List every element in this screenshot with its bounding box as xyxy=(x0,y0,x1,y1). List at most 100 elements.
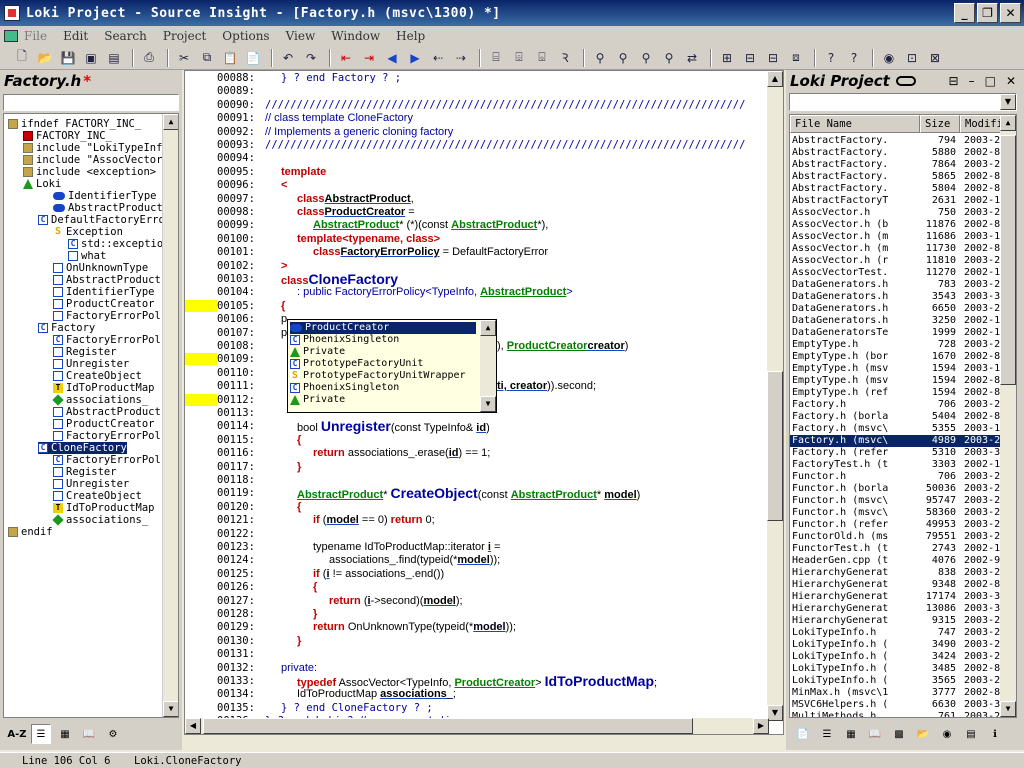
file-row[interactable]: Functor.h (borla 50036 2003-2- xyxy=(790,483,1002,495)
menu-project[interactable]: Project xyxy=(163,29,206,43)
restore-button[interactable]: ❐ xyxy=(977,3,998,23)
close-button[interactable]: ✕ xyxy=(1000,3,1021,23)
tree-item[interactable]: S Exception xyxy=(53,226,123,238)
autocomplete-item[interactable]: Private xyxy=(290,346,476,358)
file-row[interactable]: AssocVector.h (m 11686 2003-1- xyxy=(790,231,1002,243)
project-icon[interactable]: ◉ xyxy=(937,724,957,744)
tree-item[interactable]: FACTORY_INC_ xyxy=(23,130,112,142)
bookmark-marker[interactable] xyxy=(185,299,217,312)
tree-item[interactable]: Unregister xyxy=(53,358,129,370)
scroll-up-button[interactable]: ▲ xyxy=(480,320,496,336)
menu-search[interactable]: Search xyxy=(104,29,147,43)
app-icon[interactable] xyxy=(4,5,20,21)
pane-menu-icon[interactable]: ⊟ xyxy=(949,74,959,88)
tree-item[interactable]: include <exception> xyxy=(23,166,156,178)
file-row[interactable]: Functor.h (msvc\ 95747 2003-2- xyxy=(790,495,1002,507)
layout-3-icon[interactable]: ⊟ xyxy=(763,48,783,68)
file-row[interactable]: AbstractFactory. 5804 2002-8- xyxy=(790,183,1002,195)
file-row[interactable]: LokiTypeInfo.h (3485 2002-8- xyxy=(790,663,1002,675)
pane-maximize-icon[interactable]: □ xyxy=(985,74,996,88)
code-line[interactable]: private: xyxy=(281,662,317,675)
code-line[interactable]: // class template CloneFactory xyxy=(265,112,413,125)
menu-edit[interactable]: Edit xyxy=(63,29,88,43)
list-view-button[interactable]: ☰ xyxy=(31,724,51,744)
file-row[interactable]: AbstractFactory. 7864 2003-2- xyxy=(790,159,1002,171)
autocomplete-item[interactable]: C PrototypeFactoryUnit xyxy=(290,358,476,370)
tree-item[interactable]: Unregister xyxy=(53,478,129,490)
save-all-icon[interactable]: ▣ xyxy=(81,48,101,68)
code-line[interactable]: } ? end CloneFactory ? ; xyxy=(281,702,433,715)
tree-item[interactable]: CreateObject xyxy=(53,370,142,382)
autocomplete-item[interactable]: C PhoenixSingleton xyxy=(290,382,476,394)
file-row[interactable]: EmptyType.h (msv 1594 2002-8- xyxy=(790,375,1002,387)
scroll-down-button[interactable]: ▼ xyxy=(163,701,178,717)
file-row[interactable]: HeaderGen.cpp (t 4076 2002-9- xyxy=(790,555,1002,567)
pane-close-icon[interactable]: ✕ xyxy=(1006,74,1016,88)
symbol-filter-input[interactable] xyxy=(3,94,179,111)
file-row[interactable]: MultiMethods.h 761 2003-2- xyxy=(790,711,1002,717)
scroll-thumb[interactable] xyxy=(767,371,783,521)
code-line[interactable]: IdToProductMap associations_; xyxy=(297,688,456,701)
lookup-icon[interactable]: ⌹ xyxy=(509,48,529,68)
category-view-button[interactable]: ▦ xyxy=(55,724,75,744)
tree-item[interactable]: AbstractProduct xyxy=(53,274,161,286)
file-row[interactable]: EmptyType.h (bor 1670 2002-8- xyxy=(790,351,1002,363)
code-line[interactable]: return OnUnknownType(typeid(*model)); xyxy=(313,621,516,634)
code-line[interactable]: { xyxy=(297,501,301,514)
open-folder-icon[interactable]: 📂 xyxy=(35,48,55,68)
minimize-button[interactable]: _ xyxy=(954,3,975,23)
scroll-right-button[interactable]: ▶ xyxy=(753,718,769,734)
bookmark-next-icon[interactable]: ⇥ xyxy=(359,48,379,68)
list-view-icon[interactable]: ☰ xyxy=(817,724,837,744)
scroll-down-button[interactable]: ▼ xyxy=(480,396,496,412)
folder-icon[interactable]: 📂 xyxy=(913,724,933,744)
hscroll-thumb[interactable] xyxy=(203,718,693,734)
tree-item[interactable]: include "LokiTypeInf xyxy=(23,142,162,154)
file-view-icon[interactable]: 📄 xyxy=(793,724,813,744)
scroll-thumb[interactable] xyxy=(1000,135,1016,385)
bookmark-marker[interactable] xyxy=(185,353,217,366)
tree-item[interactable]: C CloneFactory xyxy=(38,442,127,454)
tree-item[interactable]: associations_ xyxy=(52,394,148,406)
relation-window-icon[interactable]: ⊡ xyxy=(902,48,922,68)
file-row[interactable]: FactoryTest.h (t 3303 2002-10 xyxy=(790,459,1002,471)
layout-2-icon[interactable]: ⊟ xyxy=(740,48,760,68)
layout-1-icon[interactable]: ⊞ xyxy=(717,48,737,68)
autocomplete-popup[interactable]: ProductCreator C PhoenixSingleton Private C P… xyxy=(287,319,497,413)
tree-item[interactable]: Loki xyxy=(23,178,61,190)
replace-icon[interactable]: ⇄ xyxy=(682,48,702,68)
file-row[interactable]: EmptyType.h (ref 1594 2002-8- xyxy=(790,387,1002,399)
tree-item[interactable]: C DefaultFactoryErro xyxy=(38,214,165,226)
file-row[interactable]: EmptyType.h 728 2003-2- xyxy=(790,339,1002,351)
code-line[interactable]: AbstractProduct* (*)(const AbstractProdu… xyxy=(313,219,548,232)
tree-item[interactable]: OnUnknownType xyxy=(53,262,148,274)
column-size[interactable]: Size xyxy=(920,115,960,133)
save-icon[interactable]: 💾 xyxy=(58,48,78,68)
chevron-down-icon[interactable]: ▼ xyxy=(1000,94,1016,110)
file-row[interactable]: MSVC6Helpers.h (6630 2003-3- xyxy=(790,699,1002,711)
tree-item[interactable]: C FactoryErrorPol xyxy=(53,334,161,346)
grid-view-icon[interactable]: ▦ xyxy=(841,724,861,744)
file-row[interactable]: DataGenerators.h 783 2003-2- xyxy=(790,279,1002,291)
file-list-scrollbar[interactable]: ▲ ▼ xyxy=(1000,115,1016,717)
file-row[interactable]: AssocVectorTest. 11270 2002-1: xyxy=(790,267,1002,279)
settings-icon[interactable]: ⚙ xyxy=(103,724,123,744)
file-row[interactable]: LokiTypeInfo.h (3424 2003-2- xyxy=(790,651,1002,663)
file-row[interactable]: LokiTypeInfo.h (3490 2003-2- xyxy=(790,639,1002,651)
file-row[interactable]: Factory.h (refer 5310 2003-3- xyxy=(790,447,1002,459)
file-row[interactable]: HierarchyGenerat 838 2003-2- xyxy=(790,567,1002,579)
code-line[interactable]: } ? end Factory ? ; xyxy=(281,72,401,85)
file-row[interactable]: AbstractFactory. 5865 2002-8- xyxy=(790,171,1002,183)
code-line[interactable]: classFactoryErrorPolicy = DefaultFactory… xyxy=(313,246,548,259)
tree-item[interactable]: IdentifierType xyxy=(53,190,157,202)
autocomplete-scrollbar[interactable]: ▲ ▼ xyxy=(480,320,496,412)
forward-icon[interactable]: ▶ xyxy=(405,48,425,68)
scroll-down-button[interactable]: ▼ xyxy=(767,705,783,721)
code-line[interactable]: if (model == 0) return 0; xyxy=(313,514,435,527)
symbol-window-icon[interactable]: ⊠ xyxy=(925,48,945,68)
code-line[interactable]: return (i->second)(model); xyxy=(329,595,463,608)
code-line[interactable]: } xyxy=(313,608,317,621)
tree-item[interactable]: Register xyxy=(53,466,117,478)
tree-item[interactable]: AbstractProduct xyxy=(53,202,163,214)
undo-icon[interactable]: ↶ xyxy=(278,48,298,68)
